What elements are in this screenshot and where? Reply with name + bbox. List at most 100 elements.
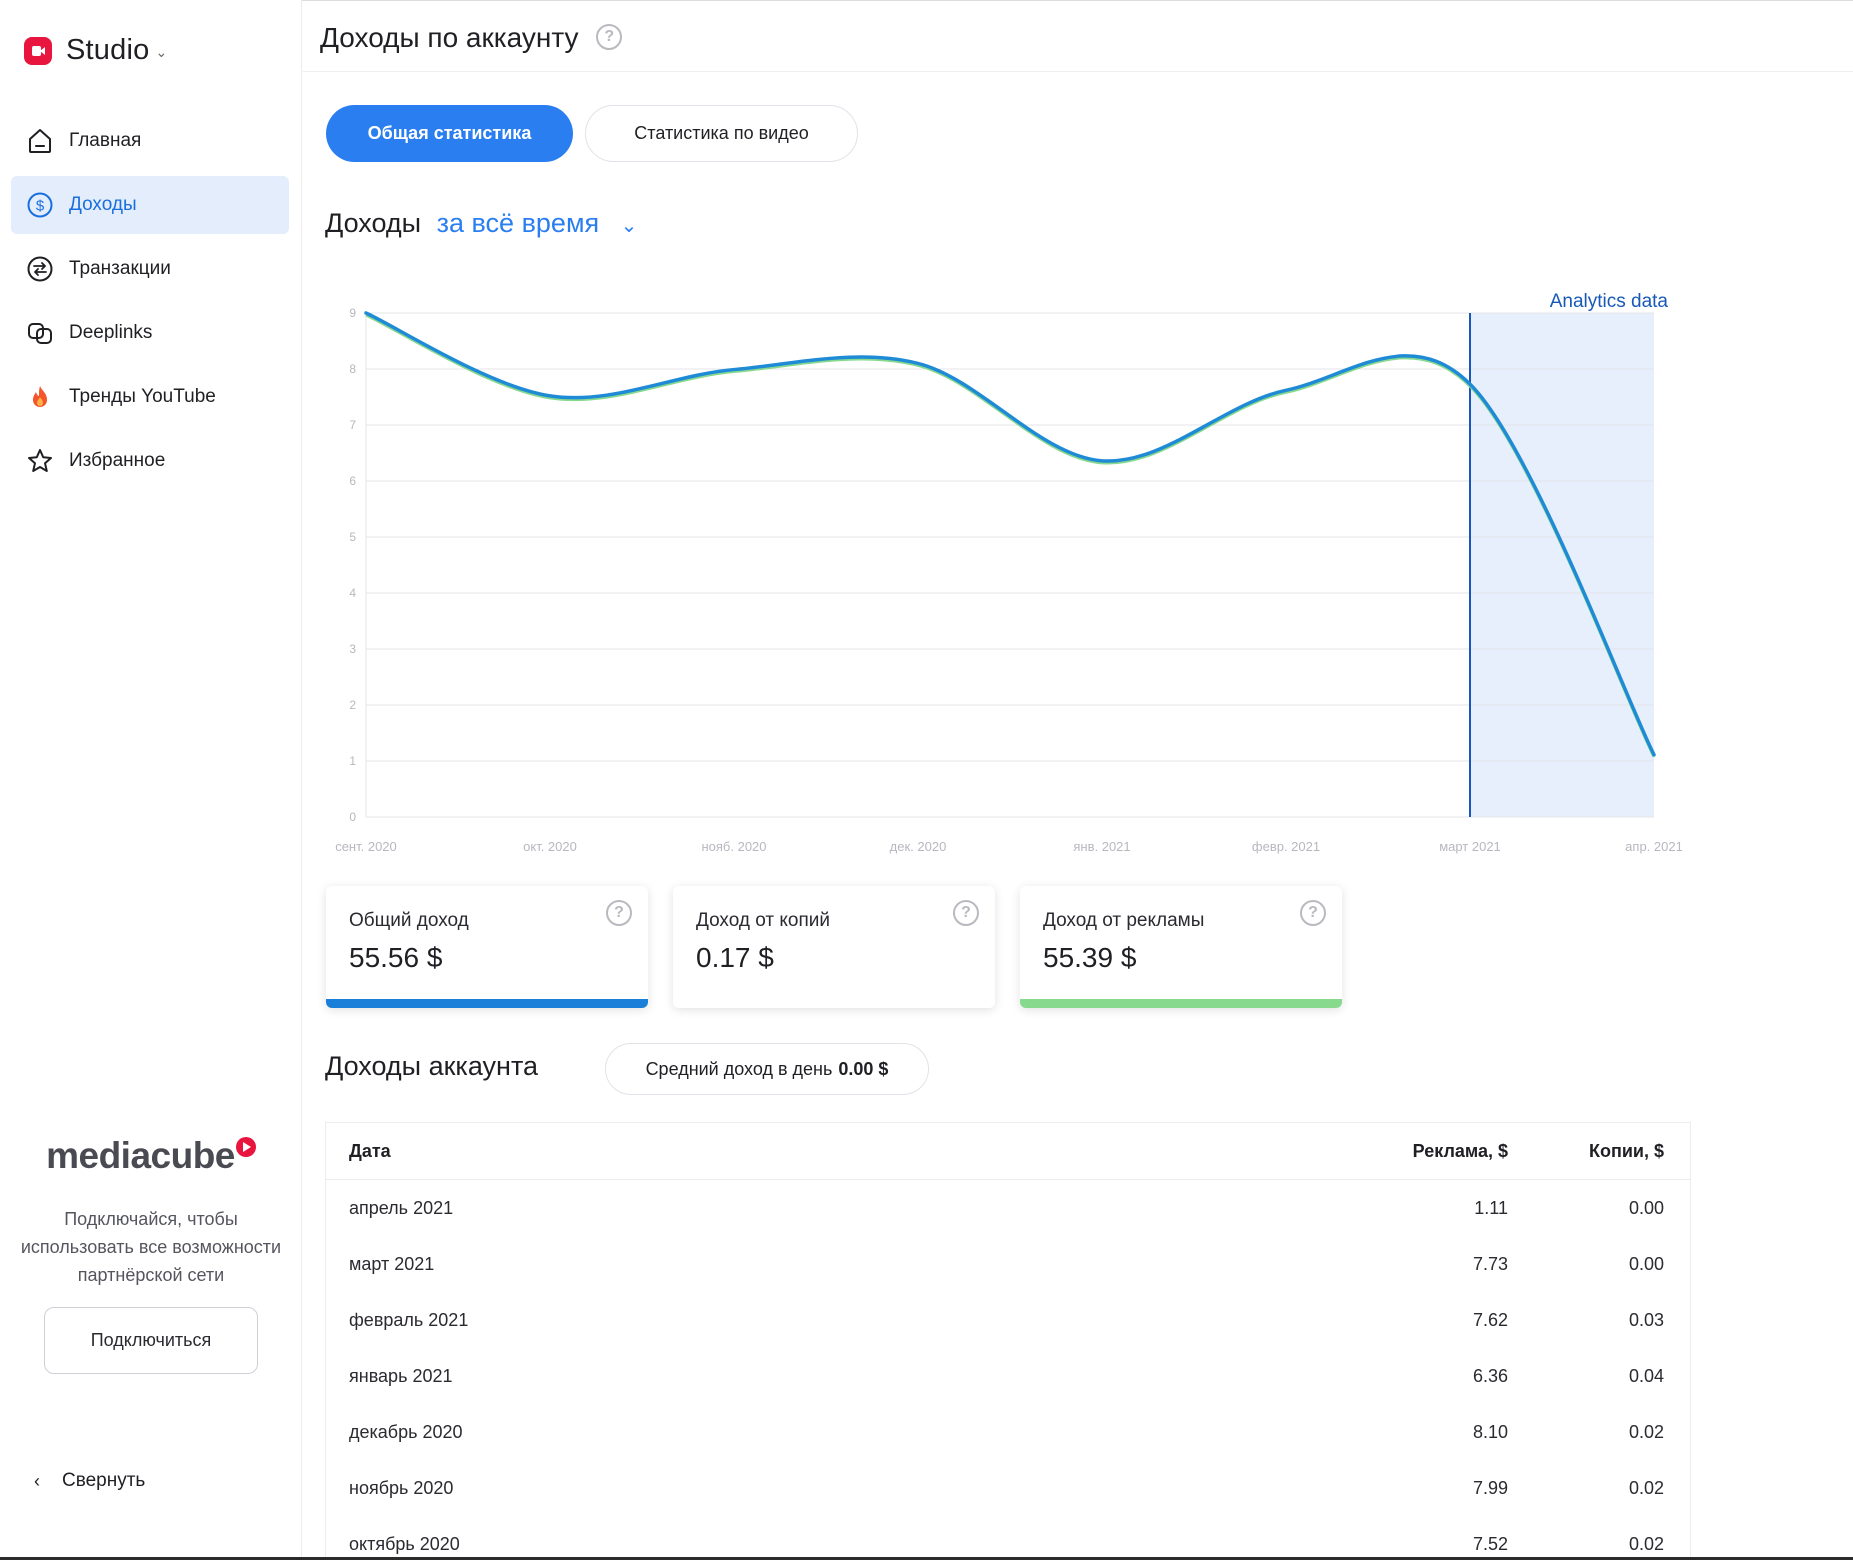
income-table: Дата Реклама, $ Копии, $ апрель 2021 1.11…: [325, 1122, 1691, 1560]
sidebar: Studio ⌄ Главная $ Доходы Транзакции Dee…: [0, 0, 302, 1560]
mediacube-promo: mediacube Подключайся, чтобы использоват…: [0, 1135, 302, 1374]
collapse-label: Свернуть: [62, 1470, 146, 1491]
table-body: апрель 2021 1.11 0.00 март 2021 7.73 0.00 февр…: [326, 1180, 1690, 1560]
sidebar-item-label: Транзакции: [69, 258, 171, 279]
transfer-icon: [25, 254, 55, 284]
card-value: 0.17 $: [696, 942, 774, 973]
cell-copies: 0.04: [1628, 1365, 1664, 1386]
analytics-data-label: Analytics data: [1550, 291, 1669, 312]
studio-logo-text: Studio: [66, 34, 150, 66]
average-daily-income-badge: Средний доход в день 0.00 $: [605, 1043, 929, 1095]
sidebar-item-home[interactable]: Главная: [11, 112, 289, 170]
svg-text:$: $: [36, 198, 45, 215]
chevron-down-icon[interactable]: ⌄: [155, 44, 167, 61]
star-icon: [25, 446, 55, 476]
connect-button[interactable]: Подключиться: [44, 1307, 258, 1374]
column-header-ads[interactable]: Реклама, $: [1308, 1141, 1508, 1162]
table-header: Дата Реклама, $ Копии, $: [326, 1123, 1690, 1180]
income-cards: Общий доход 55.56 $ ? Доход от копий 0.1…: [326, 886, 1367, 1008]
avg-label: Средний доход в день: [645, 1058, 833, 1079]
sidebar-item-favorites[interactable]: Избранное: [11, 432, 289, 490]
table-row: апрель 2021 1.11 0.00: [326, 1180, 1690, 1236]
avg-value: 0.00 $: [838, 1058, 889, 1079]
page-title-text: Доходы по аккаунту: [320, 22, 579, 53]
play-icon: [235, 1137, 256, 1157]
analytics-band: [1470, 313, 1654, 817]
flame-icon: [25, 382, 55, 412]
cell-copies: 0.00: [1628, 1253, 1664, 1274]
cell-ads: 7.62: [1472, 1309, 1508, 1330]
tab-video-stats[interactable]: Статистика по видео: [585, 105, 858, 162]
cell-copies: 0.02: [1628, 1477, 1664, 1498]
y-tick-label: 3: [349, 642, 356, 656]
cell-ads: 7.73: [1472, 1253, 1508, 1274]
y-tick-label: 4: [349, 586, 356, 600]
x-tick-label: нояб. 2020: [701, 839, 766, 854]
cell-copies: 0.00: [1628, 1197, 1664, 1218]
sidebar-item-youtube-trends[interactable]: Тренды YouTube: [11, 368, 289, 426]
y-tick-label: 8: [349, 362, 356, 376]
sidebar-item-income[interactable]: $ Доходы: [11, 176, 289, 234]
y-tick-label: 9: [349, 306, 356, 320]
promo-text: Подключайся, чтобы использовать все возм…: [20, 1209, 282, 1285]
total-income-card: Общий доход 55.56 $ ?: [326, 886, 648, 1008]
card-label: Доход от рекламы: [1043, 910, 1205, 931]
studio-logo[interactable]: Studio ⌄: [24, 34, 167, 67]
cell-copies: 0.03: [1628, 1309, 1664, 1330]
period-selector[interactable]: за всё время: [437, 208, 600, 238]
income-heading: Доходы за всё время ⌄: [325, 208, 637, 239]
cell-date: январь 2021: [349, 1365, 453, 1386]
sidebar-item-label: Тренды YouTube: [69, 386, 216, 407]
sidebar-item-transactions[interactable]: Транзакции: [11, 240, 289, 298]
cell-date: март 2021: [349, 1253, 435, 1274]
table-row: декабрь 2020 8.10 0.02: [326, 1404, 1690, 1460]
card-value: 55.56 $: [349, 942, 443, 973]
x-tick-label: апр. 2021: [1625, 839, 1683, 854]
card-value: 55.39 $: [1043, 942, 1137, 973]
card-label: Общий доход: [349, 910, 469, 931]
dollar-icon: $: [25, 190, 55, 220]
studio-camera-icon: [24, 36, 52, 65]
cell-date: ноябрь 2020: [349, 1477, 454, 1498]
cell-ads: 6.36: [1472, 1365, 1508, 1386]
help-icon[interactable]: ?: [1300, 900, 1326, 926]
collapse-sidebar-button[interactable]: ‹ Свернуть: [34, 1470, 145, 1492]
x-tick-label: дек. 2020: [890, 839, 947, 854]
y-tick-label: 7: [349, 418, 356, 432]
home-icon: [25, 126, 55, 156]
help-icon[interactable]: ?: [606, 900, 632, 926]
chevron-left-icon: ‹: [34, 1470, 40, 1491]
y-tick-label: 1: [349, 754, 356, 768]
card-color-bar: [673, 999, 995, 1008]
table-row: март 2021 7.73 0.00: [326, 1236, 1690, 1292]
mediacube-logo-text: mediacube: [46, 1135, 235, 1176]
page-title: Доходы по аккаунту ?: [320, 22, 623, 54]
series-shadow-line: [365, 313, 1656, 758]
x-tick-label: сент. 2020: [335, 839, 397, 854]
chevron-down-icon[interactable]: ⌄: [621, 213, 638, 238]
help-icon[interactable]: ?: [596, 23, 623, 50]
page-header: Доходы по аккаунту ?: [303, 6, 1853, 72]
cell-date: февраль 2021: [349, 1309, 469, 1330]
y-tick-label: 0: [349, 810, 356, 824]
cell-ads: 8.10: [1472, 1421, 1508, 1442]
tab-general-stats[interactable]: Общая статистика: [326, 105, 573, 162]
x-tick-label: янв. 2021: [1073, 839, 1130, 854]
y-tick-label: 5: [349, 530, 356, 544]
table-row: ноябрь 2020 7.99 0.02: [326, 1460, 1690, 1516]
x-tick-label: март 2021: [1439, 839, 1501, 854]
help-icon[interactable]: ?: [953, 900, 979, 926]
column-header-date[interactable]: Дата: [326, 1141, 1308, 1162]
sidebar-item-label: Избранное: [69, 450, 166, 471]
column-header-copies[interactable]: Копии, $: [1508, 1141, 1690, 1162]
link-icon: [25, 318, 55, 348]
ads-income-card: Доход от рекламы 55.39 $ ?: [1020, 886, 1342, 1008]
sidebar-item-label: Главная: [69, 130, 142, 151]
card-label: Доход от копий: [696, 910, 830, 931]
card-color-bar: [1020, 999, 1342, 1008]
y-tick-label: 6: [349, 474, 356, 488]
sidebar-nav: Главная $ Доходы Транзакции Deeplinks Тр…: [11, 112, 289, 496]
sidebar-item-label: Доходы: [69, 194, 137, 215]
copies-income-card: Доход от копий 0.17 $ ?: [673, 886, 995, 1008]
sidebar-item-deeplinks[interactable]: Deeplinks: [11, 304, 289, 362]
